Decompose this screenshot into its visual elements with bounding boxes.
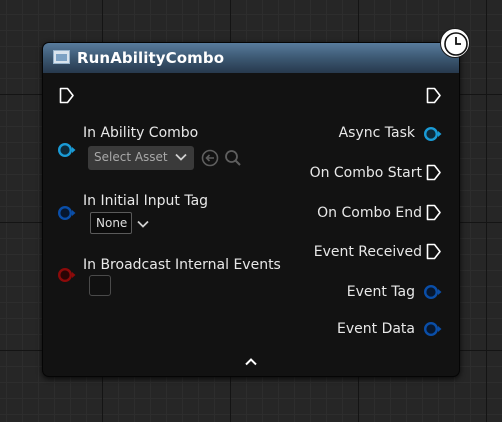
event-data-label: Event Data bbox=[337, 321, 415, 337]
broadcast-events-pin-icon[interactable] bbox=[57, 267, 77, 283]
exec-in-pin-icon[interactable] bbox=[59, 87, 75, 104]
chevron-down-icon bbox=[175, 153, 187, 161]
browse-asset-icon[interactable] bbox=[224, 149, 242, 167]
function-icon bbox=[53, 50, 70, 64]
event-received-exec-pin-icon[interactable] bbox=[426, 243, 442, 260]
event-data-pin-icon[interactable] bbox=[423, 321, 443, 337]
chevron-down-icon[interactable] bbox=[136, 218, 150, 230]
in-broadcast-internal-events-label: In Broadcast Internal Events bbox=[83, 257, 281, 273]
node-header[interactable]: RunAbilityCombo bbox=[43, 43, 459, 73]
initial-input-tag-pin-icon[interactable] bbox=[57, 205, 77, 221]
async-task-label: Async Task bbox=[338, 125, 415, 141]
in-ability-combo-label: In Ability Combo bbox=[83, 125, 199, 141]
in-initial-input-tag-label: In Initial Input Tag bbox=[83, 193, 209, 209]
ability-combo-pin-icon[interactable] bbox=[57, 142, 77, 158]
collapse-chevron-up-icon[interactable] bbox=[244, 357, 258, 367]
select-asset-value: Select Asset bbox=[94, 150, 168, 164]
event-received-label: Event Received bbox=[313, 244, 422, 260]
event-tag-pin-icon[interactable] bbox=[423, 284, 443, 300]
exec-out-pin-icon[interactable] bbox=[426, 87, 442, 104]
async-task-pin-icon[interactable] bbox=[423, 126, 443, 142]
clock-icon bbox=[440, 28, 470, 58]
broadcast-events-checkbox[interactable] bbox=[89, 275, 111, 296]
on-combo-start-label: On Combo Start bbox=[309, 165, 422, 181]
on-combo-end-label: On Combo End bbox=[317, 205, 422, 221]
input-tag-combo[interactable]: None bbox=[90, 212, 132, 234]
event-tag-label: Event Tag bbox=[346, 284, 415, 300]
use-selected-asset-icon[interactable] bbox=[201, 149, 219, 167]
on-combo-end-exec-pin-icon[interactable] bbox=[426, 204, 442, 221]
select-asset-dropdown[interactable]: Select Asset bbox=[88, 146, 194, 170]
node-title: RunAbilityCombo bbox=[77, 49, 225, 67]
on-combo-start-exec-pin-icon[interactable] bbox=[426, 164, 442, 181]
input-tag-value: None bbox=[96, 216, 128, 230]
